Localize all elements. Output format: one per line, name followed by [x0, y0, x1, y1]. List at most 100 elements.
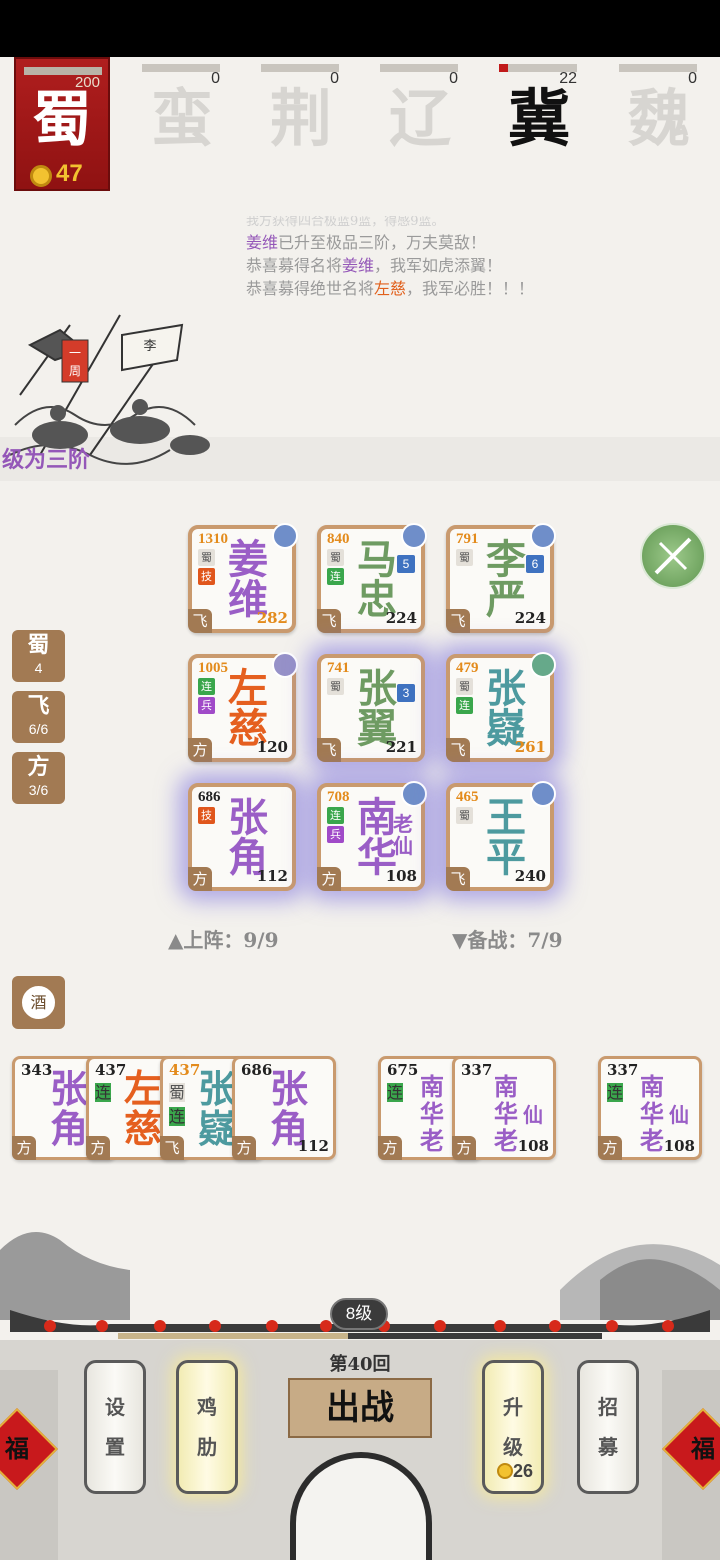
token-value: 4	[34, 660, 43, 676]
horse-icon	[530, 652, 556, 678]
hero-name-char: 李	[486, 536, 526, 583]
hero-title: 仙	[669, 1103, 689, 1127]
hero-type: 飞	[446, 867, 470, 891]
synergy-token-fang[interactable]: 方 3/6	[12, 752, 65, 804]
settings-button[interactable]: 设 置	[84, 1360, 146, 1494]
log-text: 恭喜募得名将	[246, 256, 343, 275]
fu-text: 福	[691, 1434, 715, 1463]
hero-name-char: 华	[640, 1099, 664, 1128]
faction-jing[interactable]: 0 荆	[261, 64, 341, 164]
tag-lian: 连	[198, 678, 215, 695]
hero-star-level: 3	[397, 684, 415, 702]
shu-faction-banner[interactable]: 200 蜀 47	[14, 57, 110, 191]
faction-progress-bar	[261, 64, 339, 72]
faction-man[interactable]: 0 蛮	[142, 64, 222, 164]
hero-hp: 108	[663, 1137, 695, 1155]
hero-name-char: 南	[494, 1072, 518, 1101]
faction-name: 荆	[269, 82, 332, 155]
bench-card[interactable]: 337 南 华 老 仙 108 方	[452, 1056, 556, 1160]
bench-card[interactable]: 337 连 南 华 老 仙 108 方	[598, 1056, 702, 1160]
hero-type: 方	[86, 1136, 110, 1160]
banner-text-char: 李	[143, 339, 156, 354]
synergy-token-shu[interactable]: 蜀 4	[12, 630, 65, 682]
hero-card-zhangyi[interactable]: 741 蜀 张 翼 3 221 飞	[317, 654, 425, 762]
token-label: 蜀	[27, 632, 50, 658]
tag-shu: 蜀	[327, 549, 344, 566]
hero-card-zuoci[interactable]: 1005 连 兵 左 慈 120 方	[188, 652, 298, 762]
battle-log: 我方获得四合极蓝9蓝，得感9蓝。 姜维已升至极品三阶，万夫莫敌！ 恭喜募得名将姜…	[246, 216, 706, 300]
faction-liao[interactable]: 0 辽	[380, 64, 460, 164]
hero-card-zhangjiao[interactable]: 686 技 张 角 112 方	[188, 783, 296, 891]
hero-hp: 120	[256, 738, 288, 756]
recruit-button[interactable]: 招 募	[577, 1360, 639, 1494]
button-label-char: 鸡	[197, 1395, 217, 1419]
hero-card-mazhong[interactable]: 840 蜀 连 马 忠 5 224 飞	[317, 523, 427, 633]
hero-name-char: 张	[228, 794, 268, 841]
hero-title: 仙	[523, 1103, 543, 1127]
cost-value: 26	[512, 1461, 534, 1481]
tag-lian: 连	[95, 1083, 112, 1102]
log-text: ，我军如虎添翼！	[374, 256, 503, 275]
hero-tags: 连 兵	[327, 807, 345, 845]
hero-type: 方	[188, 738, 212, 762]
auto-battle-sword-button[interactable]	[640, 523, 706, 589]
button-label-char: 募	[598, 1435, 618, 1459]
level-progress-fill	[118, 1333, 348, 1339]
synergy-token-fei[interactable]: 飞 6/6	[12, 691, 65, 743]
hero-card-zhangni[interactable]: 479 蜀 连 张 嶷 261 飞	[446, 652, 556, 762]
hero-power: 686	[198, 789, 221, 805]
hero-hp: 221	[385, 738, 417, 756]
hero-card-jiangwei[interactable]: 1310 蜀 技 姜 维 282 飞	[188, 523, 298, 633]
token-value: 6/6	[28, 721, 49, 737]
hero-name-char: 老	[420, 1126, 444, 1155]
fan-icon	[272, 652, 298, 678]
hero-power: 337	[461, 1061, 493, 1079]
hero-hp: 112	[297, 1137, 329, 1155]
spear-icon	[272, 523, 298, 549]
deployed-count: ▲上阵：9/9	[168, 928, 279, 952]
faction-name: 辽	[388, 82, 451, 155]
hero-name-char: 张	[357, 665, 397, 712]
hero-hp: 108	[385, 867, 417, 885]
hero-name-char: 王	[486, 794, 526, 841]
status-bar	[0, 0, 720, 57]
hero-type: 飞	[446, 738, 470, 762]
scroll-icon	[401, 781, 427, 807]
faction-wei[interactable]: 0 魏	[619, 64, 699, 164]
hero-tags: 蜀 连	[456, 678, 474, 716]
upgrade-button[interactable]: 升 级 26	[482, 1360, 544, 1494]
token-label: 方	[27, 754, 50, 780]
hero-hp: 224	[385, 609, 417, 627]
hero-tags: 连	[387, 1079, 405, 1103]
banner-text-char: 周	[69, 364, 81, 378]
levelup-notice: 级为三阶	[2, 447, 91, 473]
scroll-icon	[530, 523, 556, 549]
hero-hp: 108	[517, 1137, 549, 1155]
gold-coin-icon	[496, 1463, 513, 1479]
hero-hp: 282	[256, 609, 288, 627]
hero-tags: 蜀 技	[198, 549, 216, 587]
hero-hp: 240	[514, 867, 546, 885]
banner-text-char: 一	[69, 346, 81, 360]
sell-button[interactable]: 鸡 肋	[176, 1360, 238, 1494]
wine-button[interactable]: 酒	[12, 976, 65, 1029]
hero-star-level: 6	[526, 555, 544, 573]
bench-card[interactable]: 686 张 角 112 方	[232, 1056, 336, 1160]
hero-star-level: 5	[397, 555, 415, 573]
button-label-char: 级	[503, 1435, 523, 1459]
battle-board: 1310 蜀 技 姜 维 282 飞 840 蜀 连 马 忠 5 224 飞 7…	[150, 490, 610, 920]
hero-card-liyan[interactable]: 791 蜀 李 严 6 224 飞	[446, 523, 556, 633]
log-text: 恭喜募得绝世名将	[246, 279, 375, 298]
hero-name-char: 马	[357, 536, 397, 583]
hero-tags: 连 兵	[198, 678, 216, 716]
hero-card-wangping[interactable]: 465 蜀 王 平 240 飞	[446, 781, 556, 891]
hero-type: 方	[12, 1136, 36, 1160]
hero-name-char: 姜	[228, 536, 268, 583]
hero-name: 左慈	[374, 279, 407, 298]
gold-coin-icon	[30, 165, 52, 187]
faction-ji[interactable]: 22 冀	[499, 64, 579, 164]
hero-name-char: 张	[486, 665, 526, 712]
start-battle-button[interactable]: 出战	[288, 1378, 432, 1438]
hero-name-char: 南	[640, 1072, 664, 1101]
hero-card-nanhua[interactable]: 708 连 兵 南 华 老仙 108 方	[317, 781, 427, 891]
